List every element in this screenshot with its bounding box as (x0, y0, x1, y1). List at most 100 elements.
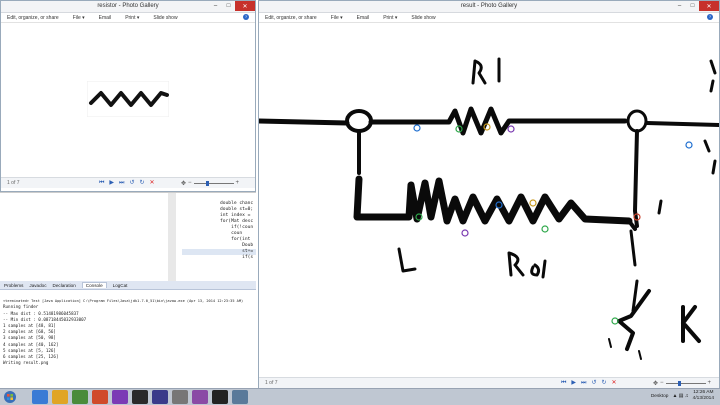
fit-icon[interactable]: ✥ (653, 380, 658, 387)
taskbar: Desktop ▲ ▤ ♫ 12:26 AM 4/13/2014 (0, 388, 720, 405)
start-button[interactable] (4, 391, 16, 403)
code-editor[interactable]: double chanc double st=0; int index = fo… (220, 195, 253, 261)
system-tray: Desktop ▲ ▤ ♫ 12:26 AM 4/13/2014 (651, 390, 714, 402)
menu-edit-organize-share[interactable]: Edit, organize, or share (265, 15, 317, 21)
console-line: Running finder (3, 304, 39, 310)
console-line: -- Max dist : 0.51481986045837 (3, 310, 79, 316)
rotate-left-icon[interactable]: ↺ (591, 380, 596, 386)
slideshow-icon[interactable]: ▶ (109, 180, 114, 186)
close-button[interactable]: ✕ (235, 1, 255, 11)
menu-file[interactable]: File ▾ (331, 15, 343, 21)
taskbar-app-icon[interactable] (32, 390, 48, 404)
taskbar-pinned-apps (32, 390, 248, 404)
code-line: int index = (220, 213, 251, 218)
rotate-left-icon[interactable]: ↺ (129, 180, 134, 186)
console-line: 1 samples at [48, 81] (3, 323, 56, 329)
left-titlebar[interactable]: resistor - Photo Gallery – □ ✕ (1, 1, 255, 13)
tray-icons[interactable]: ▲ ▤ ♫ (672, 393, 688, 399)
menu-slide-show[interactable]: Slide show (153, 15, 177, 21)
console-line: 4 samples at [40, 162] (3, 341, 59, 347)
close-button[interactable]: ✕ (699, 1, 719, 11)
clock[interactable]: 12:26 AM 4/13/2014 (693, 390, 714, 402)
zoom-in-icon[interactable]: + (236, 180, 240, 186)
left-image-counter: 1 of 7 (7, 180, 20, 186)
menu-slide-show[interactable]: Slide show (411, 15, 435, 21)
right-titlebar[interactable]: result - Photo Gallery – □ ✕ (259, 1, 719, 13)
menu-file[interactable]: File ▾ (73, 15, 85, 21)
zoom-slider[interactable] (193, 180, 234, 186)
code-line: coun (220, 231, 243, 236)
help-icon[interactable]: ? (707, 14, 713, 20)
zoom-slider[interactable] (665, 380, 706, 386)
clock-date: 4/13/2014 (692, 396, 714, 401)
ide-editor-area: double chanc double st=0; int index = fo… (0, 192, 256, 281)
delete-icon[interactable]: ✕ (150, 180, 155, 186)
editor-scrollbar[interactable] (168, 193, 176, 281)
fit-icon[interactable]: ✥ (181, 180, 186, 187)
tab-logcat[interactable]: LogCat (113, 283, 128, 288)
code-line: Doub (220, 243, 254, 248)
taskbar-app-icon[interactable] (212, 390, 228, 404)
right-image-counter: 1 of 7 (265, 380, 278, 386)
left-navbar: 1 of 7 ⏮ ▶ ⏭ ↺ ↻ ✕ ✥ − + (1, 177, 255, 188)
ide-console-panel: Problems Javadoc Declaration Console Log… (0, 281, 256, 389)
taskbar-app-icon[interactable] (112, 390, 128, 404)
taskbar-app-icon[interactable] (92, 390, 108, 404)
console-line: 6 samples at [25, 126] (3, 354, 59, 360)
delete-icon[interactable]: ✕ (612, 380, 617, 386)
left-zoom-control: ✥ − + (181, 180, 239, 187)
right-zoom-control: ✥ − + (653, 380, 711, 387)
menu-print[interactable]: Print ▾ (383, 15, 397, 21)
resistor-photo (87, 81, 169, 117)
menu-email[interactable]: Email (357, 15, 370, 21)
menu-edit-organize-share[interactable]: Edit, organize, or share (7, 15, 59, 21)
rotate-right-icon[interactable]: ↻ (139, 180, 144, 186)
taskbar-app-icon[interactable] (132, 390, 148, 404)
console-line: -- Min dist : 0.08718445032933007 (3, 316, 87, 322)
right-nav-icons: ⏮ ▶ ⏭ ↺ ↻ ✕ (561, 380, 617, 386)
next-icon[interactable]: ⏭ (119, 180, 124, 186)
menu-print[interactable]: Print ▾ (125, 15, 139, 21)
console-line: 3 samples at [50, 98] (3, 335, 56, 341)
tab-javadoc[interactable]: Javadoc (29, 283, 46, 288)
left-photo-gallery-window: resistor - Photo Gallery – □ ✕ Edit, org… (0, 0, 256, 192)
desktop-toolbar-label[interactable]: Desktop (651, 394, 669, 399)
right-photo-gallery-window: result - Photo Gallery – □ ✕ Edit, organ… (258, 0, 720, 389)
circuit-sketch-photo (259, 57, 719, 360)
next-icon[interactable]: ⏭ (581, 380, 586, 386)
menu-email[interactable]: Email (99, 15, 112, 21)
tab-problems[interactable]: Problems (4, 283, 23, 288)
code-line: double st=0; (220, 207, 254, 212)
code-line: st+= (220, 249, 254, 254)
help-icon[interactable]: ? (243, 14, 249, 20)
zoom-in-icon[interactable]: + (708, 380, 712, 386)
taskbar-app-icon[interactable] (72, 390, 88, 404)
rotate-right-icon[interactable]: ↻ (601, 380, 606, 386)
code-line: if(!coun (220, 225, 254, 230)
console-line: 5 samples at [5, 126] (3, 347, 56, 353)
left-menubar: Edit, organize, or share File ▾ Email Pr… (1, 13, 255, 23)
maximize-button[interactable]: □ (686, 1, 699, 11)
taskbar-app-icon[interactable] (172, 390, 188, 404)
zoom-out-icon[interactable]: − (188, 180, 192, 186)
zoom-out-icon[interactable]: − (660, 380, 664, 386)
tab-console[interactable]: Console (81, 282, 107, 288)
right-window-title: result - Photo Gallery (460, 3, 518, 9)
taskbar-app-icon[interactable] (52, 390, 68, 404)
console-line: 2 samples at [68, 56] (3, 329, 56, 335)
console-output: <terminated> Test [Java Application] C:\… (3, 292, 243, 366)
previous-icon[interactable]: ⏮ (99, 180, 104, 186)
minimize-button[interactable]: – (673, 1, 686, 11)
code-line: for(int (220, 237, 251, 242)
slideshow-icon[interactable]: ▶ (571, 380, 576, 386)
tab-declaration[interactable]: Declaration (53, 283, 76, 288)
taskbar-app-icon[interactable] (152, 390, 168, 404)
console-line: Writing result.png (3, 360, 49, 366)
console-tab-bar: Problems Javadoc Declaration Console Log… (0, 281, 256, 290)
code-line: for(Mat desc (220, 219, 254, 224)
previous-icon[interactable]: ⏮ (561, 380, 566, 386)
taskbar-app-icon[interactable] (232, 390, 248, 404)
minimize-button[interactable]: – (209, 1, 222, 11)
maximize-button[interactable]: □ (222, 1, 235, 11)
taskbar-app-icon[interactable] (192, 390, 208, 404)
